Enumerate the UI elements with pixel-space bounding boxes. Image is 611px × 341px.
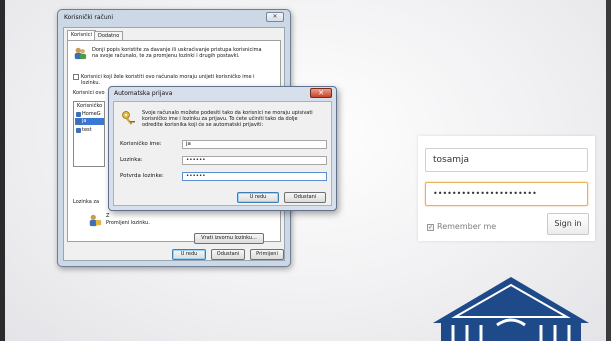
confirm-password-field[interactable]: •••••• (182, 172, 327, 181)
close-button[interactable]: ✕ (310, 88, 332, 98)
list-item-selected[interactable]: ja (75, 118, 104, 125)
password-input[interactable]: •••••••••••••••••••••• (425, 182, 588, 206)
dialog-title: Automatska prijava (114, 90, 173, 97)
users-icon (74, 47, 87, 60)
intro-text-line2: na svoje računalo, te za promjenu lozink… (92, 53, 240, 59)
username-label: Korisničko ime: (120, 141, 162, 147)
change-password-line1: Z (106, 213, 110, 219)
require-login-label-line2: lozinku. (81, 80, 101, 86)
apply-button[interactable]: Primijeni (250, 249, 284, 260)
institution-logo (433, 277, 589, 341)
signin-form: tosamja •••••••••••••••••••••• ✓ Remembe… (418, 136, 595, 241)
list-header: Korisničko (77, 103, 103, 109)
user-name: HomeG (82, 111, 101, 117)
dialog-title: Korisnički računi (64, 14, 114, 21)
cancel-button[interactable]: Odustani (211, 249, 245, 260)
username-input[interactable]: tosamja (425, 148, 588, 172)
list-item[interactable]: test (75, 127, 104, 134)
sign-in-button[interactable]: Sign in (547, 213, 589, 235)
username-field[interactable]: ja (182, 140, 327, 149)
automatic-logon-dialog: Automatska prijava ✕ Svoje računalo može… (108, 86, 337, 211)
password-field[interactable]: •••••• (182, 156, 327, 165)
remember-me-label: Remember me (437, 222, 497, 231)
require-login-label-line1: Korisnici koji žele koristiti ovo računa… (81, 74, 255, 80)
require-login-checkbox[interactable] (73, 74, 79, 80)
right-frame-edge (606, 0, 611, 341)
user-icon (76, 119, 81, 124)
dialog-body: Svoje računalo možete podesiti tako da k… (113, 101, 332, 206)
description-line3: odredite korisnika koji će se automatski… (142, 122, 264, 128)
password-section-label: Lozinka za (73, 199, 100, 205)
user-icon (76, 112, 81, 117)
user-icon (76, 128, 81, 133)
keys-icon (122, 111, 135, 125)
password-label: Lozinka: (120, 157, 143, 163)
reset-password-button[interactable]: Vrati izvornu lozinku... (194, 233, 264, 244)
left-frame-edge (0, 0, 5, 341)
users-section-label: Korisnici ovo (73, 90, 105, 96)
tab-advanced[interactable]: Dodatno (94, 31, 124, 40)
user-name: test (82, 127, 92, 133)
list-item[interactable]: HomeG (75, 111, 104, 118)
remember-me-checkbox[interactable]: ✓ (427, 224, 434, 231)
cancel-button[interactable]: Odustani (284, 192, 326, 203)
ok-button[interactable]: U redu (237, 192, 279, 203)
user-password-icon (89, 214, 102, 227)
confirm-password-label: Potvrda lozinke: (120, 173, 164, 179)
users-list[interactable]: Korisničko HomeG ja test (73, 101, 105, 167)
change-password-line2: Promijeni lozinku. (106, 220, 150, 226)
user-name: ja (82, 118, 87, 124)
close-button[interactable]: ✕ (266, 12, 284, 22)
ok-button[interactable]: U redu (172, 249, 206, 260)
